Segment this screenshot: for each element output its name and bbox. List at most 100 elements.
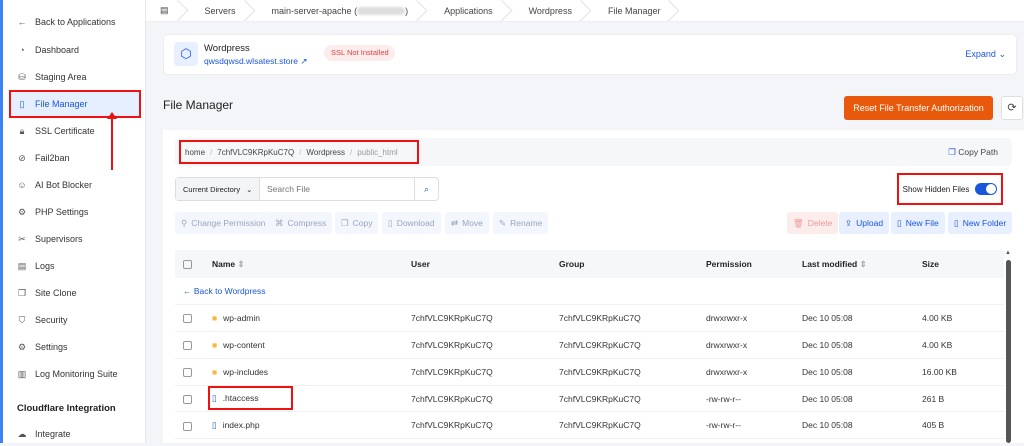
sort-icon: ⇕ — [859, 258, 867, 269]
table-row[interactable]: ■ wp-content 7chfVLC9KRpKuC7Q 7chfVLC9KRp… — [175, 331, 1004, 359]
new-file-button[interactable]: ▯ New File — [891, 212, 945, 234]
label: Rename — [510, 218, 543, 228]
copy-button[interactable]: ❐ Copy — [335, 212, 379, 234]
crumb-label: Applications — [444, 5, 493, 16]
sidebar-item-integrate[interactable]: ☁ Integrate — [11, 422, 139, 446]
search-input[interactable] — [260, 178, 414, 200]
sidebar-item-label: File Manager — [35, 99, 88, 109]
file-size: 4.00 KB — [922, 331, 1004, 359]
file-size: 405 B — [922, 411, 1004, 440]
gauge-icon: ◔ — [19, 45, 25, 55]
gear-icon: ⚙ — [17, 341, 27, 352]
path-user[interactable]: 7chfVLC9KRpKuC7Q — [217, 148, 294, 157]
upload-button[interactable]: ⇪ Upload — [839, 212, 890, 234]
file-manager-panel: home/ 7chfVLC9KRpKuC7Q / Wordpress / publi… — [163, 130, 1024, 443]
select-all-checkbox[interactable] — [183, 260, 192, 270]
sidebar-item-php-settings[interactable]: ⚙ PHP Settings — [11, 200, 139, 224]
col-name[interactable]: Name ⇕ — [212, 250, 411, 278]
table-row[interactable]: ▯ .htaccess 7chfVLC9KRpKuC7Q 7chfVLC9KRpK… — [175, 385, 1004, 413]
sidebar-item-fail2ban[interactable]: ⊘ Fail2ban — [11, 146, 139, 170]
sidebar-item-label: AI Bot Blocker — [35, 180, 93, 190]
table-row[interactable]: ■ wp-includes 7chfVLC9KRpKuC7Q 7chfVLC9KR… — [175, 358, 1004, 386]
cube-icon: ⬡ — [174, 42, 198, 66]
file-name[interactable]: ▯ index.php — [212, 420, 260, 430]
app-card: ⬡ Wordpress qwsdqwsd.wlsatest.store ↗ SS… — [163, 34, 1017, 75]
sidebar-item-label: Fail2ban — [35, 153, 70, 163]
file-table: Name ⇕ User Group Permission Last modifi… — [175, 250, 1004, 440]
sidebar-item-settings[interactable]: ⚙ Settings — [11, 335, 139, 359]
search-group: Current Directory ⌄ ⌕ — [175, 177, 439, 201]
show-hidden-toggle[interactable] — [975, 183, 998, 195]
sidebar-item-security[interactable]: ⛉ Security — [11, 308, 139, 332]
chevron-down-icon: ⌄ — [998, 49, 1006, 59]
download-button[interactable]: ▯ Download — [382, 212, 441, 234]
col-modified[interactable]: Last modified ⇕ — [802, 250, 922, 278]
search-icon[interactable]: ⌕ — [414, 178, 438, 200]
scroll-thumb[interactable] — [1006, 260, 1011, 443]
compress-button[interactable]: ⌘ Compress — [269, 212, 333, 234]
move-icon: ⇄ — [451, 217, 459, 228]
label: New Folder — [962, 218, 1007, 228]
row-checkbox[interactable] — [183, 394, 192, 404]
row-checkbox[interactable] — [183, 314, 192, 324]
file-permission: -rw-rw-r-- — [706, 385, 802, 413]
row-checkbox[interactable] — [183, 421, 192, 431]
copy-icon: ❐ — [948, 147, 956, 157]
row-checkbox[interactable] — [183, 341, 192, 351]
file-name[interactable]: ▯ .htaccess — [208, 386, 293, 411]
file-size: 16.00 KB — [922, 358, 1004, 386]
new-folder-button[interactable]: ▯ New Folder — [948, 212, 1013, 234]
table-row[interactable]: ■ wp-admin 7chfVLC9KRpKuC7Q 7chfVLC9KRpKu… — [175, 304, 1004, 333]
sidebar-item-supervisors[interactable]: ✂ Supervisors — [11, 227, 139, 251]
app-link[interactable]: qwsdqwsd.wlsatest.store ↗ — [204, 56, 308, 67]
file-name-label: wp-content — [223, 339, 265, 350]
back-link[interactable]: Back to Wordpress — [194, 286, 266, 296]
path-wordpress[interactable]: Wordpress — [306, 148, 345, 157]
table-row[interactable]: ▯ index.php 7chfVLC9KRpKuC7Q 7chfVLC9KRpK… — [175, 411, 1004, 440]
sidebar-item-label: Site Clone — [35, 288, 77, 298]
row-checkbox[interactable] — [183, 367, 192, 377]
reset-authorization-button[interactable]: Reset File Transfer Authorization — [844, 96, 993, 120]
pencil-icon: ✎ — [499, 217, 507, 228]
sidebar-item-dashboard[interactable]: ◔ Dashboard — [11, 38, 139, 62]
sort-icon: ⇕ — [237, 258, 245, 269]
sidebar-item-ai-bot-blocker[interactable]: ☺ AI Bot Blocker — [11, 173, 139, 197]
upload-icon: ⇪ — [845, 217, 853, 228]
move-button[interactable]: ⇄ Move — [445, 212, 489, 234]
path-home[interactable]: home — [185, 148, 205, 157]
back-to-applications[interactable]: ← Back to Applications — [11, 10, 139, 34]
file-name[interactable]: ■ wp-content — [212, 340, 265, 350]
crumb-servers[interactable]: Servers — [191, 0, 258, 22]
sidebar-item-label: Logs — [35, 261, 55, 271]
file-name[interactable]: ■ wp-includes — [212, 367, 268, 377]
sidebar: ← Back to Applications ◔ Dashboard ⛁ Staging… — [0, 0, 146, 443]
change-permission-button[interactable]: ⚲ Change Permission — [175, 212, 272, 234]
back-row[interactable]: ← Back to Wordpress — [175, 278, 1004, 306]
scope-select[interactable]: Current Directory ⌄ — [176, 178, 260, 200]
delete-button[interactable]: 🗑 Delete — [787, 212, 839, 234]
rename-button[interactable]: ✎ Rename — [493, 212, 549, 234]
refresh-icon[interactable]: ⟳ — [1001, 96, 1023, 120]
path-breadcrumb: home/ 7chfVLC9KRpKuC7Q / Wordpress / publi… — [179, 140, 419, 164]
expand-button[interactable]: Expand ⌄ — [965, 49, 1006, 60]
sidebar-toggle-icon[interactable]: ▤ — [146, 0, 191, 22]
scrollbar[interactable]: ▲ — [1005, 250, 1013, 443]
sidebar-item-file-manager[interactable]: ▯ File Manager — [9, 90, 141, 118]
copy-path-label: Copy Path — [958, 147, 998, 157]
file-name[interactable]: ■ wp-admin — [212, 313, 260, 323]
col-user: User — [411, 250, 559, 278]
label: Upload — [856, 218, 884, 228]
copy-path-button[interactable]: ❐ Copy Path — [948, 147, 998, 158]
sidebar-item-log-monitoring-suite[interactable]: ▥ Log Monitoring Suite — [11, 362, 139, 386]
scroll-up-icon[interactable]: ▲ — [1005, 250, 1011, 256]
file-permission: drwxrwxr-x — [706, 304, 802, 333]
clone-icon: ❐ — [17, 287, 27, 298]
sidebar-item-ssl-certificate[interactable]: 🔒︎ SSL Certificate — [11, 119, 139, 143]
crumb-server[interactable]: main-server-apache () — [258, 0, 431, 22]
sidebar-item-logs[interactable]: ▤ Logs — [11, 254, 139, 278]
crumb-wordpress[interactable]: Wordpress — [515, 0, 594, 22]
compress-icon: ⌘ — [275, 217, 284, 228]
sidebar-item-site-clone[interactable]: ❐ Site Clone — [11, 281, 139, 305]
sidebar-item-staging-area[interactable]: ⛁ Staging Area — [11, 65, 139, 89]
crumb-applications[interactable]: Applications — [430, 0, 515, 22]
